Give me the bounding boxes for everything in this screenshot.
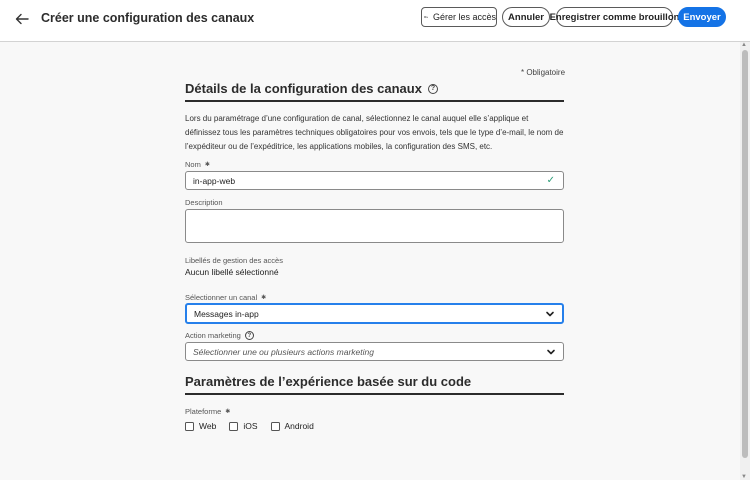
top-bar: Créer une configuration des canaux Gérer…	[0, 0, 750, 42]
required-star-icon: ✱	[204, 162, 210, 168]
cancel-button[interactable]: Annuler	[502, 7, 550, 27]
scroll-up-arrow-icon[interactable]: ▲	[741, 42, 747, 48]
chevron-down-icon	[546, 311, 554, 317]
platform-label-text: Plateforme	[185, 407, 222, 416]
section-title-text: Paramètres de l’expérience basée sur du …	[185, 374, 472, 389]
name-input-value: in-app-web	[193, 175, 236, 186]
checkbox[interactable]	[185, 421, 194, 431]
description-textarea[interactable]	[185, 209, 564, 243]
marketing-action-label-text: Action marketing	[185, 331, 241, 340]
marketing-action-label: Action marketing ?	[185, 331, 254, 340]
marketing-action-placeholder: Sélectionner une ou plusieurs actions ma…	[193, 346, 374, 357]
help-icon[interactable]: ?	[244, 331, 254, 340]
manage-access-label: Gérer les accès	[432, 12, 496, 22]
access-labels-label-text: Libellés de gestion des accès	[185, 256, 283, 265]
platform-checkbox-web[interactable]: Web	[185, 421, 216, 431]
check-icon: ✓	[546, 175, 555, 186]
section-title-code-experience: Paramètres de l’expérience basée sur du …	[185, 374, 471, 389]
arrow-left-icon	[15, 13, 29, 25]
platform-checkbox-android[interactable]: Android	[270, 421, 314, 431]
platform-name: iOS	[243, 421, 258, 431]
platform-checkbox-ios[interactable]: iOS	[229, 421, 258, 431]
access-labels-value: Aucun libellé sélectionné	[185, 267, 279, 277]
platform-label: Plateforme ✱	[185, 407, 230, 416]
channel-select-value: Messages in-app	[194, 308, 259, 319]
manage-access-button[interactable]: Gérer les accès	[421, 7, 497, 27]
platform-name: Web	[199, 421, 217, 431]
required-star-icon: ✱	[225, 409, 231, 415]
access-labels-label: Libellés de gestion des accès	[185, 256, 283, 265]
help-icon[interactable]: ?	[427, 83, 438, 94]
name-label: Nom ✱	[185, 160, 210, 169]
section-divider	[185, 100, 564, 102]
page-title: Créer une configuration des canaux	[41, 11, 255, 25]
platform-checkboxes: Web iOS Android	[185, 421, 327, 431]
page-scrollbar[interactable]: ▲ ▼	[740, 42, 750, 480]
key-icon	[424, 16, 428, 18]
channel-select[interactable]: Messages in-app	[185, 303, 564, 324]
required-note: * Obligatoire	[521, 68, 566, 77]
section-title-text: Détails de la configuration des canaux	[185, 81, 422, 96]
save-draft-button[interactable]: Enregistrer comme brouillon	[550, 7, 679, 27]
chevron-down-icon	[547, 349, 555, 355]
scroll-thumb[interactable]	[742, 50, 748, 458]
name-label-text: Nom	[185, 160, 201, 169]
channel-label: Sélectionner un canal ✱	[185, 293, 266, 302]
send-button[interactable]: Envoyer	[678, 7, 726, 27]
channel-label-text: Sélectionner un canal	[185, 293, 258, 302]
checkbox[interactable]	[270, 421, 280, 431]
name-input[interactable]: in-app-web ✓	[185, 171, 564, 190]
description-label-text: Description	[185, 198, 223, 207]
platform-name: Android	[284, 421, 314, 431]
section-divider	[185, 393, 564, 395]
description-label: Description	[185, 198, 223, 207]
marketing-action-select[interactable]: Sélectionner une ou plusieurs actions ma…	[185, 342, 564, 361]
intro-text: Lors du paramétrage d’une configuration …	[185, 114, 564, 151]
section-title-channel-details: Détails de la configuration des canaux ?	[185, 81, 438, 96]
checkbox[interactable]	[229, 421, 239, 431]
required-star-icon: ✱	[261, 295, 267, 301]
back-button[interactable]	[12, 9, 32, 29]
scroll-down-arrow-icon[interactable]: ▼	[741, 474, 747, 480]
